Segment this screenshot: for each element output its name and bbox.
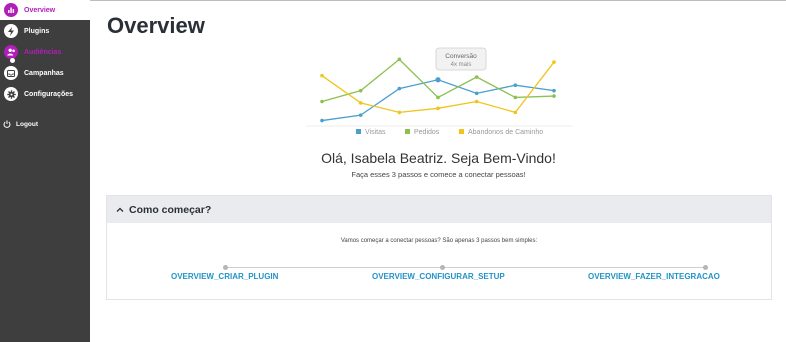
sidebar-item-configuracoes[interactable]: Configurações <box>0 84 90 104</box>
users-icon <box>4 45 18 59</box>
data-point[interactable] <box>320 99 324 104</box>
legend-label: Abandonos de Caminho <box>468 129 543 136</box>
chevron-up-icon[interactable] <box>115 205 125 215</box>
step-link-fazer-integracao[interactable]: OVERVIEW_FAZER_INTEGRACAO <box>588 272 720 281</box>
step-dot <box>703 265 708 270</box>
sidebar-item-label: Audiências <box>24 48 62 56</box>
legend-swatch <box>356 129 361 134</box>
sidebar-item-label: Plugins <box>24 27 50 35</box>
panel-title: Como começar? <box>129 203 212 216</box>
chart-tooltip: Conversão 4x mais <box>435 47 487 71</box>
data-point[interactable] <box>320 118 324 123</box>
power-icon <box>3 115 11 133</box>
steps-connector-line <box>225 267 705 268</box>
inbox-icon <box>4 66 18 80</box>
data-point[interactable] <box>436 106 440 111</box>
data-point[interactable] <box>436 95 440 100</box>
sidebar: Overview Plugins Audiências Campanhas Co… <box>0 0 90 342</box>
data-point[interactable] <box>397 57 402 62</box>
data-point[interactable] <box>552 88 556 93</box>
overview-line-chart: Conversão 4x mais Visitas Pedidos Abandono… <box>306 47 572 136</box>
data-point[interactable] <box>513 83 518 87</box>
data-point[interactable] <box>397 86 402 91</box>
panel-header[interactable]: Como começar? <box>107 196 771 223</box>
legend-swatch <box>459 129 464 134</box>
sidebar-item-label: Configurações <box>24 90 74 98</box>
sidebar-item-overview[interactable]: Overview <box>0 0 90 20</box>
step-dot <box>223 265 228 270</box>
sidebar-item-label: Campanhas <box>24 69 64 77</box>
data-point[interactable] <box>397 110 402 115</box>
sidebar-item-label: Overview <box>24 6 56 14</box>
data-point[interactable] <box>513 95 518 100</box>
data-point[interactable] <box>320 73 324 78</box>
data-point[interactable] <box>474 99 479 104</box>
panel-description: Vamos começar a conectar pessoas? São ap… <box>340 238 538 244</box>
greeting-text: Olá, Isabela Beatriz. Seja Bem-Vindo! <box>321 150 556 166</box>
logout-button[interactable]: Logout <box>3 115 38 133</box>
page-title: Overview <box>107 13 205 38</box>
legend-label: Visitas <box>365 129 386 136</box>
gear-icon <box>4 87 18 101</box>
step-link-configurar-setup[interactable]: OVERVIEW_CONFIGURAR_SETUP <box>372 272 505 281</box>
data-point[interactable] <box>358 88 363 93</box>
legend-swatch <box>405 129 410 134</box>
top-border <box>0 0 786 1</box>
bar-chart-icon <box>4 3 18 17</box>
data-point[interactable] <box>552 94 556 98</box>
data-point[interactable] <box>552 60 556 64</box>
legend-label: Pedidos <box>414 129 440 136</box>
tooltip-value: 4x mais <box>451 62 472 68</box>
logout-label: Logout <box>16 120 39 128</box>
tooltip-title: Conversão <box>445 53 477 60</box>
sidebar-item-plugins[interactable]: Plugins <box>0 21 90 41</box>
data-point[interactable] <box>474 91 479 96</box>
data-point[interactable] <box>435 77 441 83</box>
sidebar-item-campanhas[interactable]: Campanhas <box>0 63 90 83</box>
step-link-criar-plugin[interactable]: OVERVIEW_CRIAR_PLUGIN <box>171 272 278 281</box>
getting-started-panel: Como começar? Vamos começar a conectar p… <box>106 195 772 300</box>
data-point[interactable] <box>358 101 363 105</box>
lightning-icon <box>4 24 18 38</box>
data-point[interactable] <box>358 113 363 117</box>
greeting-subtitle: Faça esses 3 passos e comece a conectar … <box>351 170 526 179</box>
data-point[interactable] <box>513 110 518 115</box>
step-dot <box>440 265 445 270</box>
data-point[interactable] <box>474 75 479 79</box>
